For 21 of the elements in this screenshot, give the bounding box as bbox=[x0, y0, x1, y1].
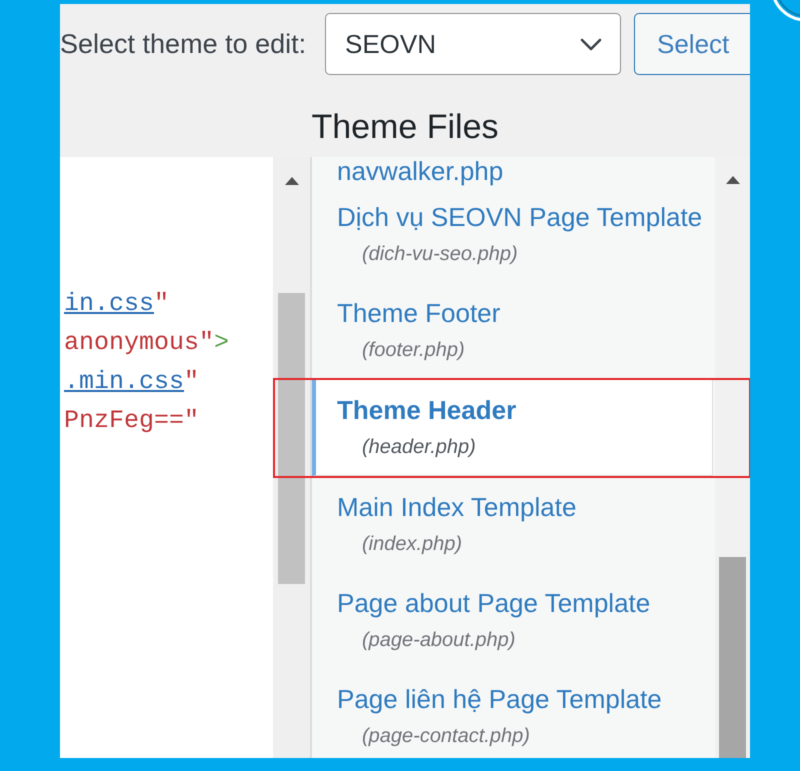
code-editor[interactable]: in.css" anonymous"> .min.css" PnzFeg==" bbox=[60, 157, 273, 758]
code-line: .min.css" bbox=[64, 366, 200, 398]
select-button[interactable]: Select bbox=[634, 13, 750, 75]
file-link[interactable]: Page liên hệ Page Template (page-contact.php) bbox=[312, 668, 713, 758]
theme-select-label: Select theme to edit: bbox=[60, 28, 308, 60]
code-line: in.css" bbox=[64, 288, 170, 320]
theme-select[interactable]: SEOVN bbox=[325, 13, 621, 75]
scroll-up-arrow-icon[interactable] bbox=[284, 177, 298, 185]
file-link[interactable]: Main Index Template (index.php) bbox=[312, 476, 713, 572]
file-link[interactable]: Page about Page Template (page-about.php) bbox=[312, 572, 713, 668]
file-link[interactable]: navwalker.php bbox=[312, 157, 713, 186]
code-line: anonymous"> bbox=[64, 327, 230, 359]
file-link[interactable]: Dịch vụ SEOVN Page Template (dich-vu-seo.php) bbox=[312, 186, 713, 282]
scrollbar-thumb[interactable] bbox=[719, 557, 746, 758]
chevron-down-icon bbox=[580, 38, 602, 50]
scroll-up-arrow-icon[interactable] bbox=[726, 176, 740, 184]
scrollbar-thumb[interactable] bbox=[278, 293, 305, 584]
file-link[interactable]: Theme Footer (footer.php) bbox=[312, 282, 713, 378]
section-heading: Theme Files bbox=[310, 107, 500, 148]
code-line: PnzFeg==" bbox=[64, 405, 200, 437]
file-link[interactable]: Theme Header (header.php) bbox=[312, 378, 713, 476]
